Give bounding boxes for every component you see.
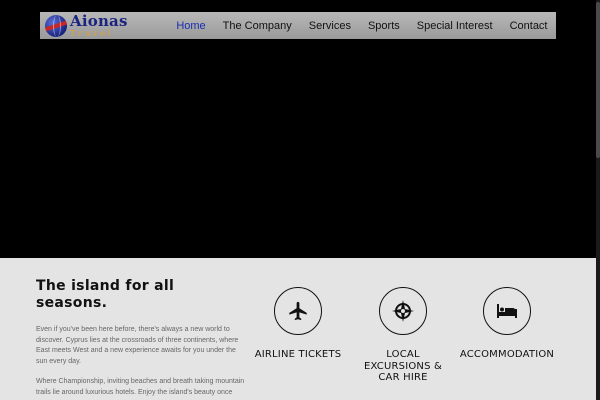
- service-icon-circle[interactable]: [379, 287, 427, 335]
- navbar: Aionas Travel Home The Company Services …: [40, 12, 556, 39]
- service-label[interactable]: Local Excursions & Car Hire: [353, 349, 453, 384]
- scrollbar-thumb[interactable]: [596, 2, 600, 158]
- nav-item-services[interactable]: Services: [300, 20, 359, 32]
- airplane-icon: [289, 301, 307, 321]
- nav-item-sports[interactable]: Sports: [359, 20, 408, 32]
- nav-item-home[interactable]: Home: [168, 20, 214, 32]
- logo[interactable]: Aionas Travel: [40, 12, 168, 39]
- intro-paragraph-1: Even if you've been here before, there's…: [36, 326, 239, 365]
- service-accommodation[interactable]: Accommodation: [457, 287, 557, 361]
- nav-item-contact[interactable]: Contact: [501, 20, 556, 32]
- service-local-excursions[interactable]: Local Excursions & Car Hire: [353, 287, 453, 384]
- globe-icon: [45, 14, 67, 37]
- logo-name: Aionas: [70, 11, 128, 30]
- intro-block: The island for all seasons. Even if you'…: [36, 278, 246, 400]
- intro-heading: The island for all seasons.: [36, 278, 175, 311]
- nav-item-the-company[interactable]: The Company: [214, 20, 300, 32]
- intro-paragraph-2: Where Championship, inviting beaches and…: [36, 378, 245, 400]
- content-section: The island for all seasons. Even if you'…: [0, 258, 596, 400]
- compass-icon: [392, 300, 414, 322]
- service-icon-circle[interactable]: [274, 287, 322, 335]
- service-label[interactable]: Airline Tickets: [248, 349, 348, 361]
- bed-icon: [497, 304, 517, 318]
- logo-subtitle: Travel: [70, 28, 114, 38]
- nav-item-special-interest[interactable]: Special Interest: [408, 20, 501, 32]
- scrollbar[interactable]: [596, 0, 600, 400]
- logo-text: Aionas Travel: [70, 11, 128, 38]
- service-airline-tickets[interactable]: Airline Tickets: [248, 287, 348, 361]
- nav-menu: Home The Company Services Sports Special…: [168, 12, 556, 39]
- service-icon-circle[interactable]: [483, 287, 531, 335]
- service-label[interactable]: Accommodation: [457, 349, 557, 361]
